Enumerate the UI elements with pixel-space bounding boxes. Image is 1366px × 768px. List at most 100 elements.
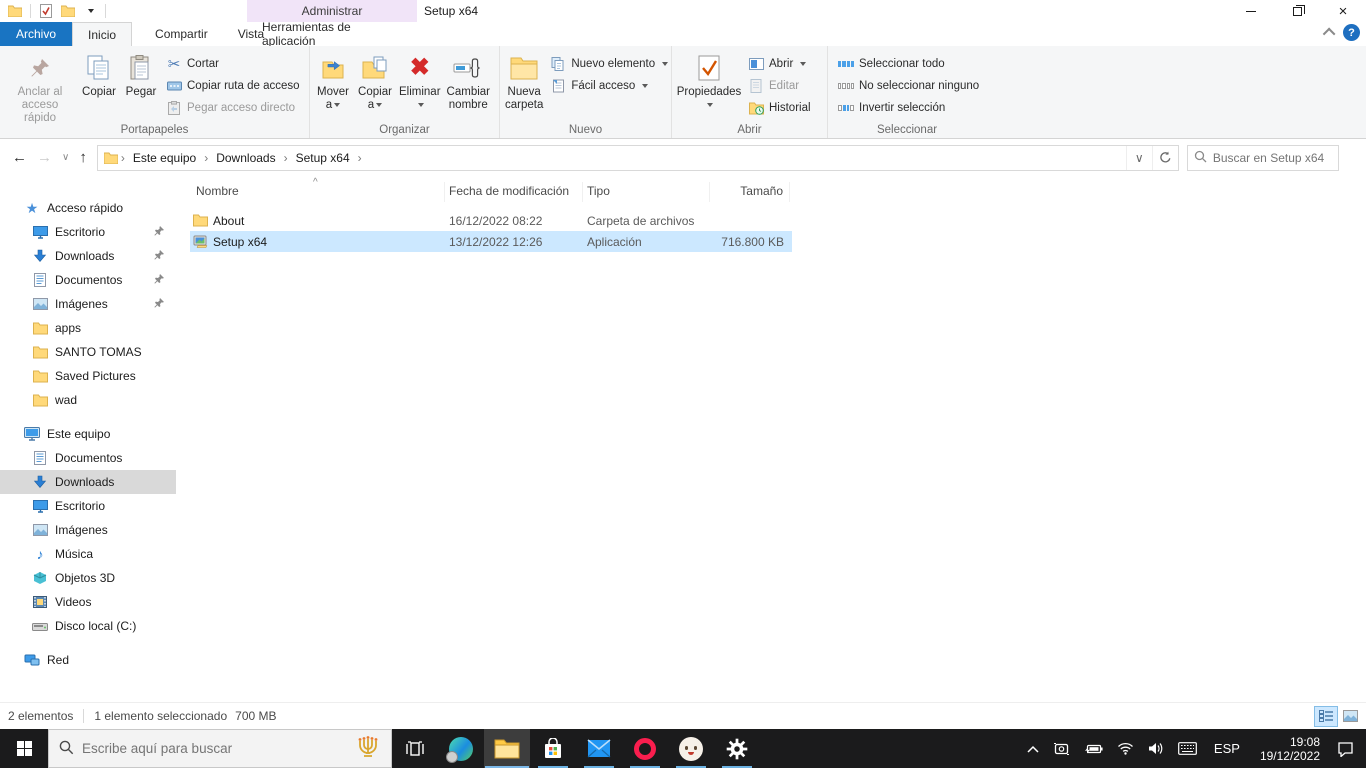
pin-to-quick-access-button[interactable]: Anclar al acceso rápido [2, 48, 78, 125]
large-icons-view-button[interactable] [1338, 706, 1362, 727]
open-button[interactable]: Abrir [748, 55, 811, 73]
dropdown-icon [662, 62, 669, 66]
new-folder-quick-icon[interactable] [59, 2, 77, 20]
address-dropdown-icon[interactable]: ∨ [1125, 145, 1152, 170]
select-all-button[interactable]: Seleccionar todo [838, 55, 979, 73]
details-view-button[interactable] [1314, 705, 1338, 727]
paste-shortcut-button[interactable]: Pegar acceso directo [166, 99, 300, 117]
new-item-button[interactable]: Nuevo elemento [550, 55, 669, 73]
tab-herramientas[interactable]: Herramientas de aplicación [247, 20, 417, 48]
tab-inicio[interactable]: Inicio [72, 22, 133, 46]
sidebar-quick-access[interactable]: ★ Acceso rápido [0, 196, 176, 220]
file-row-setup-x64[interactable]: Setup x64 13/12/2022 12:26 Aplicación 71… [190, 231, 792, 252]
menorah-search-highlight-icon[interactable] [355, 735, 381, 762]
tray-touch-keyboard-icon[interactable] [1171, 729, 1204, 768]
taskbar-settings-gear-icon[interactable] [714, 729, 760, 768]
history-button[interactable]: Historial [748, 99, 811, 117]
sidebar-item-santo-tomas[interactable]: SANTO TOMAS [0, 340, 176, 364]
new-folder-line2: carpeta [505, 99, 544, 111]
file-list-pane[interactable]: ^ Nombre Fecha de modificación Tipo Tama… [176, 176, 1366, 702]
copy-to-button[interactable]: Copiar a [354, 48, 396, 112]
sidebar-item-downloads[interactable]: Downloads [0, 470, 176, 494]
properties-quick-icon[interactable] [37, 2, 55, 20]
help-icon[interactable]: ? [1343, 24, 1360, 41]
column-header-type[interactable]: Tipo [583, 182, 710, 202]
sidebar-item-musica[interactable]: ♪ Música [0, 542, 176, 566]
sidebar-network[interactable]: Red [0, 648, 176, 672]
recent-locations-dropdown-icon[interactable]: ∨ [62, 152, 69, 163]
tab-compartir[interactable]: Compartir [140, 22, 223, 46]
sidebar-item-documentos[interactable]: Documentos [0, 446, 176, 470]
properties-button[interactable]: Propiedades [674, 48, 744, 112]
back-button[interactable]: ← [12, 149, 27, 166]
delete-button[interactable]: ✖ Eliminar [396, 48, 444, 112]
close-button[interactable]: × [1320, 0, 1366, 22]
cut-button[interactable]: ✂ Cortar [166, 55, 300, 73]
sidebar-item-apps[interactable]: apps [0, 316, 176, 340]
explorer-folder-icon[interactable] [6, 2, 24, 20]
column-header-modified[interactable]: Fecha de modificación [445, 182, 583, 202]
minimize-button[interactable] [1228, 0, 1274, 22]
file-row-about[interactable]: About 16/12/2022 08:22 Carpeta de archiv… [190, 210, 792, 231]
sidebar-item-objetos-3d[interactable]: Objetos 3D [0, 566, 176, 590]
taskbar-edge-icon[interactable] [438, 729, 484, 768]
breadcrumb-setup-x64[interactable]: Setup x64 [290, 151, 356, 165]
breadcrumb-downloads[interactable]: Downloads [210, 151, 281, 165]
tray-volume-icon[interactable] [1141, 729, 1171, 768]
tray-meet-now-icon[interactable] [1046, 729, 1077, 768]
taskbar-search-input[interactable] [82, 741, 347, 756]
edit-button[interactable]: Editar [748, 77, 811, 95]
tray-battery-icon[interactable] [1077, 729, 1110, 768]
new-folder-button[interactable]: Nueva carpeta [502, 48, 546, 112]
move-to-button[interactable]: Mover a [312, 48, 354, 112]
taskbar-file-explorer-icon[interactable] [484, 729, 530, 768]
column-header-name[interactable]: ^ Nombre [192, 177, 445, 202]
search-input[interactable] [1212, 150, 1332, 165]
pin-label-line2: acceso rápido [21, 99, 59, 124]
sidebar-item-saved-pictures[interactable]: Saved Pictures [0, 364, 176, 388]
taskbar-face-app-icon[interactable] [668, 729, 714, 768]
download-arrow-icon [32, 248, 48, 264]
invert-selection-button[interactable]: Invertir selección [838, 99, 979, 117]
divider [30, 4, 31, 18]
refresh-icon[interactable] [1151, 145, 1178, 170]
sidebar-item-videos[interactable]: Videos [0, 590, 176, 614]
sidebar-item-escritorio-qa[interactable]: Escritorio [0, 220, 176, 244]
sidebar-this-pc[interactable]: Este equipo [0, 422, 176, 446]
up-button[interactable]: ↑ [79, 149, 87, 166]
customize-qat-dropdown-icon[interactable] [81, 2, 99, 20]
forward-button[interactable]: → [37, 149, 52, 166]
pushpin-icon [29, 52, 51, 84]
sidebar-item-downloads-qa[interactable]: Downloads [0, 244, 176, 268]
sidebar-item-imagenes[interactable]: Imágenes [0, 518, 176, 542]
tray-show-hidden-icons[interactable] [1020, 729, 1046, 768]
taskbar-store-icon[interactable] [530, 729, 576, 768]
clock[interactable]: 19:08 19/12/2022 [1250, 729, 1330, 768]
rename-button[interactable]: Cambiar nombre [444, 48, 493, 112]
taskbar-opera-gx-icon[interactable] [622, 729, 668, 768]
action-center-icon[interactable] [1330, 729, 1366, 768]
breadcrumb-this-pc[interactable]: Este equipo [127, 151, 202, 165]
search-box[interactable] [1186, 144, 1339, 171]
taskbar-search-box[interactable] [48, 729, 392, 768]
sidebar-item-disco-local[interactable]: Disco local (C:) [0, 614, 176, 638]
paste-button[interactable]: Pegar [120, 48, 162, 99]
tray-wifi-icon[interactable] [1110, 729, 1141, 768]
sidebar-item-wad[interactable]: wad [0, 388, 176, 412]
tab-archivo[interactable]: Archivo [0, 22, 73, 46]
easy-access-button[interactable]: Fácil acceso [550, 77, 668, 95]
copy-button[interactable]: Copiar [78, 48, 120, 99]
select-none-button[interactable]: No seleccionar ninguno [838, 77, 979, 95]
address-box[interactable]: › Este equipo › Downloads › Setup x64 › … [96, 144, 1179, 171]
task-view-button[interactable] [392, 729, 438, 768]
sidebar-item-documentos-qa[interactable]: Documentos [0, 268, 176, 292]
copy-path-button[interactable]: Copiar ruta de acceso [166, 77, 300, 95]
sidebar-item-escritorio[interactable]: Escritorio [0, 494, 176, 518]
column-header-size[interactable]: Tamaño [710, 182, 790, 202]
taskbar-mail-icon[interactable] [576, 729, 622, 768]
language-indicator[interactable]: ESP [1204, 729, 1250, 768]
monitor-icon [32, 498, 48, 514]
sidebar-item-imagenes-qa[interactable]: Imágenes [0, 292, 176, 316]
restore-button[interactable] [1274, 0, 1320, 22]
start-button[interactable] [0, 729, 48, 768]
